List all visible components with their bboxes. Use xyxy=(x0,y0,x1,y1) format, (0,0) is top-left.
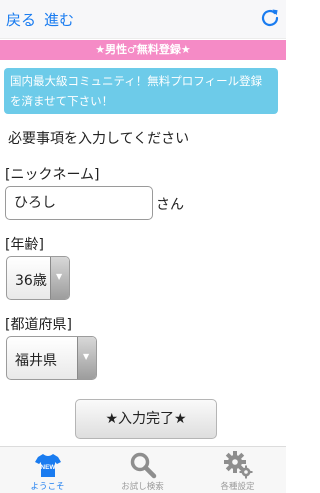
info-notice: 国内最大級コミュニティ！無料プロフィール登録を済ませて下さい！ xyxy=(4,68,278,114)
prefecture-label: [都道府県] xyxy=(5,317,72,333)
tab-search[interactable]: お試し検索 xyxy=(95,447,190,493)
browser-toolbar: 戻る 進む xyxy=(0,0,286,39)
submit-button[interactable]: ★入力完了★ xyxy=(75,399,217,439)
new-shirt-icon: NEW xyxy=(35,454,61,477)
prefecture-select[interactable]: 福井県 ▼ xyxy=(6,336,97,380)
prefecture-dropdown-handle[interactable]: ▼ xyxy=(77,337,96,379)
form-instruction: 必要事項を入力してください xyxy=(8,131,190,147)
nickname-input[interactable]: ひろし xyxy=(5,186,153,220)
tab-welcome[interactable]: NEW ようこそ xyxy=(0,447,95,493)
tab-welcome-label: ようこそ xyxy=(30,482,65,492)
tab-settings[interactable]: 各種設定 xyxy=(190,447,285,493)
tab-bar: NEW ようこそ お試し検索 各種設定 xyxy=(0,446,286,493)
nickname-label: [ニックネーム] xyxy=(5,167,100,183)
chevron-down-icon: ▼ xyxy=(56,272,63,281)
tab-search-label: お試し検索 xyxy=(121,482,164,492)
age-dropdown-handle[interactable]: ▼ xyxy=(50,257,69,299)
back-button[interactable]: 戻る xyxy=(6,9,36,30)
reload-icon[interactable] xyxy=(258,6,282,30)
registration-banner: ★男性♂無料登録★ xyxy=(0,40,286,60)
age-label: [年齢] xyxy=(5,237,44,253)
tab-settings-label: 各種設定 xyxy=(220,482,255,492)
nickname-suffix: さん xyxy=(156,197,184,213)
svg-text:NEW: NEW xyxy=(40,464,56,471)
gear-icon xyxy=(224,451,253,479)
forward-button[interactable]: 進む xyxy=(44,9,74,30)
chevron-down-icon: ▼ xyxy=(83,352,90,361)
prefecture-selected-value: 福井県 xyxy=(15,353,57,369)
search-icon xyxy=(130,452,157,479)
age-selected-value: 36歳 xyxy=(15,273,47,289)
age-select[interactable]: 36歳 ▼ xyxy=(6,256,70,300)
